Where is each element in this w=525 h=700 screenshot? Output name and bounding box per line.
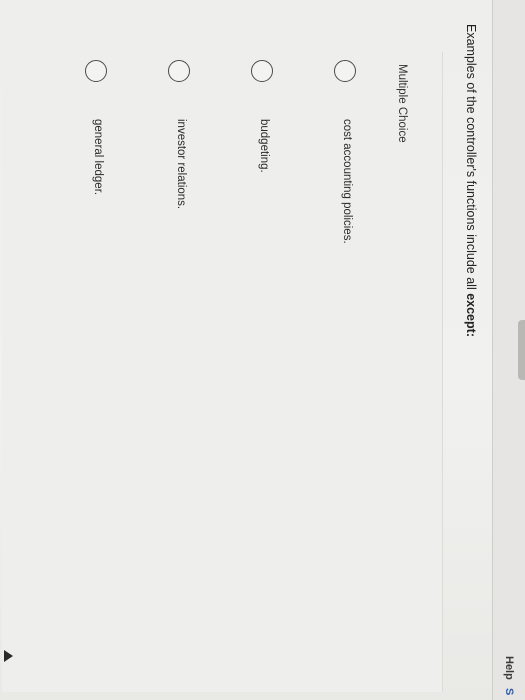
- radio-button[interactable]: [251, 60, 273, 82]
- option-budgeting[interactable]: budgeting.: [249, 60, 273, 460]
- option-label: cost accounting policies.: [341, 119, 353, 244]
- help-partial-link[interactable]: S: [503, 688, 515, 695]
- quiz-screen: Help S Examples of the controller's func…: [0, 0, 525, 700]
- help-link[interactable]: Help: [503, 656, 515, 680]
- option-investor-relations[interactable]: investor relations.: [166, 60, 190, 460]
- question-emphasis: except: [464, 293, 478, 333]
- top-bar: Help S: [492, 0, 525, 700]
- question-suffix: :: [464, 332, 478, 337]
- answer-card: [2, 52, 443, 692]
- option-label: investor relations.: [175, 119, 187, 210]
- question-type-label: Multiple Choice: [396, 64, 408, 143]
- question-text: Examples of the controller's functions i…: [464, 24, 478, 337]
- radio-button[interactable]: [168, 60, 190, 82]
- option-label: budgeting.: [258, 119, 270, 173]
- top-bar-handle: [518, 320, 525, 380]
- radio-button[interactable]: [334, 60, 356, 82]
- option-cost-accounting[interactable]: cost accounting policies.: [332, 60, 356, 460]
- question-prefix: Examples of the controller's functions i…: [464, 24, 478, 294]
- option-general-ledger[interactable]: general ledger.: [83, 60, 107, 460]
- option-label: general ledger.: [92, 119, 104, 196]
- corner-arrow-icon: [4, 650, 13, 662]
- radio-button[interactable]: [85, 60, 107, 82]
